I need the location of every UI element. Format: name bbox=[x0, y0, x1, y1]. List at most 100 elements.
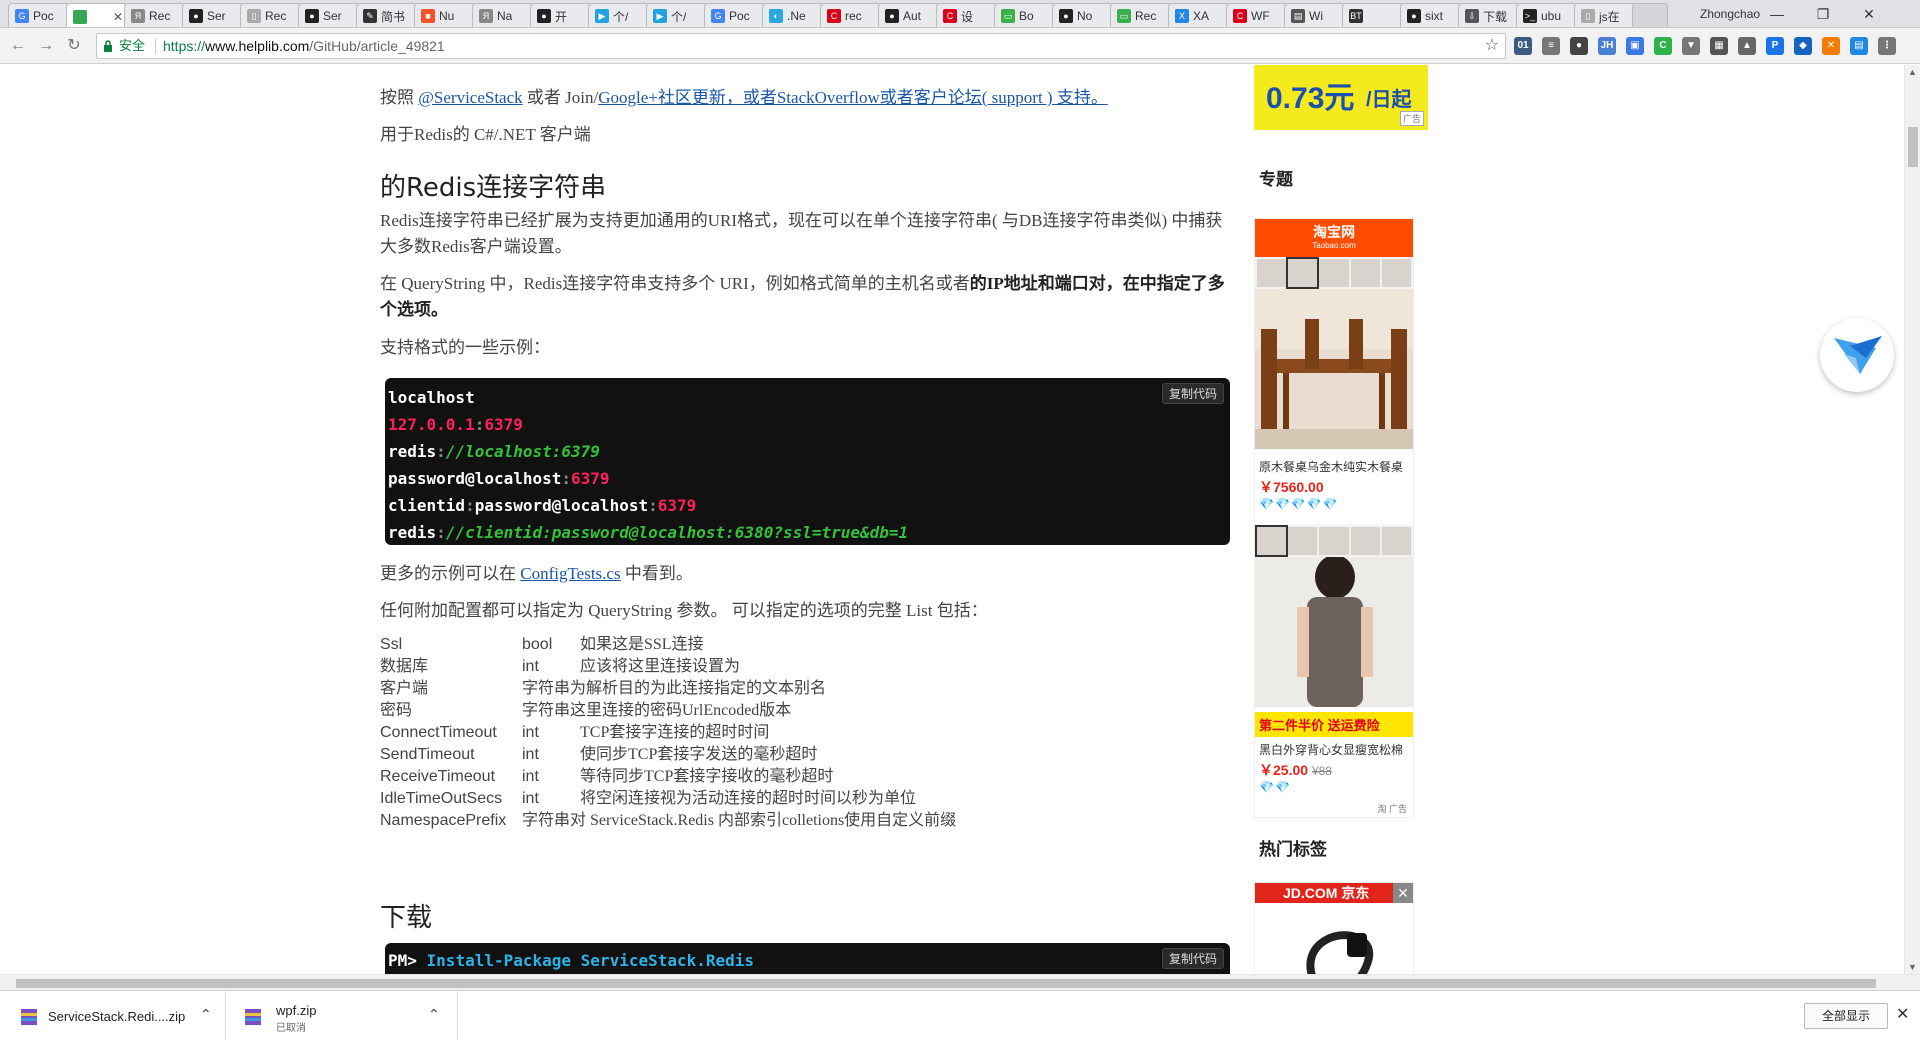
floating-bird-widget[interactable] bbox=[1820, 318, 1894, 392]
tab-title: Rec bbox=[265, 9, 287, 23]
browser-tab[interactable]: ▶ 个/ bbox=[646, 3, 708, 27]
extension-icon[interactable]: C bbox=[1654, 37, 1672, 55]
browser-tab[interactable]: BT bbox=[1342, 3, 1404, 27]
jd-product-image[interactable] bbox=[1255, 903, 1413, 974]
browser-tab[interactable]: ▶ 个/ bbox=[588, 3, 650, 27]
tab-close-icon[interactable]: ✕ bbox=[113, 10, 123, 24]
extension-icon[interactable]: ▼ bbox=[1682, 37, 1700, 55]
topics-heading: 专题 bbox=[1259, 170, 1293, 190]
browser-tab[interactable]: ▭ Bo bbox=[994, 3, 1056, 27]
product-image-dining-table[interactable] bbox=[1255, 289, 1413, 449]
reload-button[interactable]: ↻ bbox=[64, 36, 84, 56]
chevron-up-icon[interactable]: ⌃ bbox=[428, 1006, 440, 1023]
back-button[interactable]: ← bbox=[8, 36, 28, 56]
show-all-downloads-button[interactable]: 全部显示 bbox=[1804, 1003, 1888, 1029]
extension-icon[interactable]: ≡ bbox=[1542, 37, 1560, 55]
download-item[interactable]: wpf.zip 已取消 ⌃ bbox=[226, 991, 458, 1040]
taobao-ad-tag: 淘 广告 bbox=[1375, 802, 1409, 815]
extension-icon[interactable]: ⋮ bbox=[1878, 37, 1896, 55]
download-item[interactable]: ServiceStack.Redi....zip ⌃ bbox=[0, 991, 226, 1040]
jd-ad[interactable]: JD.COM 京东 ✕ bbox=[1254, 882, 1414, 974]
extension-icon[interactable]: JH bbox=[1598, 37, 1616, 55]
close-window-button[interactable]: ✕ bbox=[1846, 4, 1892, 24]
horizontal-scroll-thumb[interactable] bbox=[16, 979, 1876, 988]
browser-tab[interactable]: C WF bbox=[1226, 3, 1288, 27]
maximize-button[interactable]: ❐ bbox=[1800, 4, 1846, 24]
browser-tab[interactable]: ⇩ 下载 bbox=[1458, 3, 1520, 27]
extension-icon[interactable]: ▲ bbox=[1738, 37, 1756, 55]
ad-tag: 广告 bbox=[1399, 111, 1424, 126]
more-examples-line: 更多的示例可以在 ConfigTests.cs 中看到。 bbox=[380, 561, 1225, 587]
option-description: 如果这是SSL连接 bbox=[580, 636, 704, 653]
extension-icon[interactable]: P bbox=[1766, 37, 1784, 55]
code-token: redis bbox=[388, 523, 437, 542]
download-heading: 下载 bbox=[380, 903, 433, 933]
browser-tab[interactable]: ● 开 bbox=[530, 3, 592, 27]
browser-tab[interactable]: ● Ser bbox=[298, 3, 360, 27]
browser-tab[interactable]: ▭ Rec bbox=[1110, 3, 1172, 27]
browser-tab[interactable]: ◐ .Ne bbox=[762, 3, 824, 27]
browser-tab[interactable]: C设 bbox=[936, 3, 998, 27]
address-bar[interactable]: 安全 https://www.helplib.com/GitHub/articl… bbox=[96, 33, 1506, 59]
browser-tab[interactable]: ■ Nu bbox=[414, 3, 476, 27]
minimize-button[interactable]: — bbox=[1754, 4, 1800, 24]
extension-icon[interactable]: ▦ bbox=[1710, 37, 1728, 55]
browser-tab[interactable]: ✎ 简书 bbox=[356, 3, 418, 27]
browser-tab[interactable]: G Poc bbox=[8, 3, 70, 27]
chevron-up-icon[interactable]: ⌃ bbox=[200, 1006, 212, 1023]
browser-tab[interactable]: ● sixt bbox=[1400, 3, 1462, 27]
browser-tab[interactable]: ▤ Wi bbox=[1284, 3, 1346, 27]
browser-tab[interactable]: Crec bbox=[820, 3, 882, 27]
bookmark-star-icon[interactable]: ☆ bbox=[1485, 34, 1499, 58]
browser-tab[interactable]: ● Ser bbox=[182, 3, 244, 27]
tab-favicon-icon: X bbox=[1175, 9, 1189, 23]
extension-icon[interactable]: ▣ bbox=[1626, 37, 1644, 55]
browser-tab[interactable]: ✕ bbox=[66, 3, 128, 27]
servicestack-link[interactable]: @ServiceStack bbox=[418, 88, 522, 107]
extension-icon[interactable]: ▤ bbox=[1850, 37, 1868, 55]
option-description: 等待同步TCP套接字接收的毫秒超时 bbox=[580, 768, 834, 785]
product-thumbs-2[interactable] bbox=[1254, 525, 1413, 557]
options-intro: 任何附加配置都可以指定为 QueryString 参数。 可以指定的选项的完整 … bbox=[380, 601, 988, 620]
product-image-top[interactable] bbox=[1255, 555, 1413, 707]
copy-install-button[interactable]: 复制代码 bbox=[1161, 948, 1224, 969]
community-link[interactable]: Google+社区更新，或者StackOverflow或者客户论坛( suppo… bbox=[598, 88, 1108, 107]
browser-tab[interactable]: ▯ Rec bbox=[240, 3, 302, 27]
configtests-link[interactable]: ConfigTests.cs bbox=[520, 564, 620, 583]
tab-title: 个/ bbox=[671, 9, 687, 24]
product-name-2[interactable]: 黑白外穿背心女显瘦宽松棉 bbox=[1255, 737, 1413, 758]
vertical-scrollbar[interactable]: ▲ ▼ bbox=[1904, 65, 1920, 974]
browser-tab[interactable]: Я Na bbox=[472, 3, 534, 27]
browser-tab[interactable]: G Poc bbox=[704, 3, 766, 27]
vertical-scroll-thumb[interactable] bbox=[1908, 127, 1918, 167]
forward-button[interactable]: → bbox=[36, 36, 56, 56]
profile-name[interactable]: Zhongchao bbox=[1700, 7, 1760, 21]
jd-close-button[interactable]: ✕ bbox=[1393, 883, 1413, 903]
browser-tab[interactable]: ● No bbox=[1052, 3, 1114, 27]
option-row: 密码 字符串这里连接的密码UrlEncoded版本 bbox=[380, 700, 1225, 722]
browser-tab[interactable]: X XA bbox=[1168, 3, 1230, 27]
taobao-ad[interactable]: 淘宝网 Taobao.com 原木餐桌乌金木纯实木餐桌 ￥7560.00 💎💎💎💎… bbox=[1254, 218, 1414, 818]
product-thumbs[interactable] bbox=[1255, 257, 1413, 289]
product-name[interactable]: 原木餐桌乌金木纯实木餐桌 bbox=[1255, 454, 1413, 475]
new-tab-button[interactable] bbox=[1632, 3, 1668, 27]
browser-tab[interactable]: ▯ js在 bbox=[1574, 3, 1636, 27]
seller-rating: 💎💎💎💎💎 bbox=[1259, 497, 1339, 511]
scroll-down-arrow-icon[interactable]: ▼ bbox=[1908, 962, 1917, 972]
extension-icon[interactable]: ● bbox=[1570, 37, 1588, 55]
extension-icon[interactable]: ◆ bbox=[1794, 37, 1812, 55]
tab-title: Ser bbox=[207, 9, 226, 23]
extension-icon[interactable]: 01 bbox=[1514, 37, 1532, 55]
copy-code-button[interactable]: 复制代码 bbox=[1161, 383, 1224, 404]
secure-label: 安全 bbox=[119, 38, 146, 53]
price-ad[interactable]: 0.73元 /日起 广告 bbox=[1254, 65, 1428, 130]
close-download-shelf-icon[interactable]: ✕ bbox=[1896, 1004, 1909, 1024]
horizontal-scrollbar[interactable] bbox=[0, 974, 1920, 990]
browser-tab[interactable]: ● Aut bbox=[878, 3, 940, 27]
browser-tab[interactable]: >_ ubu bbox=[1516, 3, 1578, 27]
scroll-up-arrow-icon[interactable]: ▲ bbox=[1908, 67, 1917, 77]
url-text[interactable]: https://www.helplib.com/GitHub/article_4… bbox=[163, 34, 445, 58]
extension-icon[interactable]: ✕ bbox=[1822, 37, 1840, 55]
taobao-header: 淘宝网 Taobao.com bbox=[1255, 219, 1413, 257]
browser-tab[interactable]: Я Rec bbox=[124, 3, 186, 27]
